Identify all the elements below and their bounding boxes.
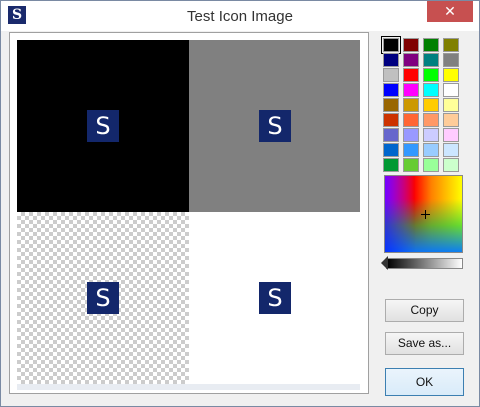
- palette-swatch[interactable]: [403, 113, 419, 127]
- palette-swatch[interactable]: [403, 68, 419, 82]
- palette-swatch[interactable]: [403, 38, 419, 52]
- window-title: Test Icon Image: [187, 8, 293, 25]
- palette-swatch[interactable]: [443, 113, 459, 127]
- preview-on-black: S: [17, 40, 189, 212]
- copy-button[interactable]: Copy: [385, 299, 464, 322]
- palette-swatch[interactable]: [443, 83, 459, 97]
- title-bar[interactable]: S Test Icon Image ✕: [1, 1, 479, 31]
- test-icon-image-dialog: S Test Icon Image ✕ S S S S Copy Save as…: [0, 0, 480, 407]
- palette-swatch[interactable]: [383, 158, 399, 172]
- palette-swatch[interactable]: [443, 68, 459, 82]
- close-icon: ✕: [444, 3, 456, 19]
- palette-swatch[interactable]: [443, 38, 459, 52]
- palette-swatch[interactable]: [403, 143, 419, 157]
- save-as-button[interactable]: Save as...: [385, 332, 464, 355]
- palette-swatch[interactable]: [423, 143, 439, 157]
- sample-icon: S: [259, 110, 291, 142]
- slider-arrow-icon[interactable]: [381, 256, 388, 270]
- palette-swatch[interactable]: [423, 128, 439, 142]
- preview-bottom-strip: [17, 384, 360, 390]
- palette-swatch[interactable]: [383, 83, 399, 97]
- sample-icon: S: [259, 282, 291, 314]
- preview-on-transparent: S: [17, 212, 189, 384]
- palette-swatch[interactable]: [403, 83, 419, 97]
- palette-swatch[interactable]: [381, 36, 401, 54]
- palette-swatch[interactable]: [443, 128, 459, 142]
- palette-swatch[interactable]: [423, 68, 439, 82]
- palette-swatch[interactable]: [383, 113, 399, 127]
- palette-swatch[interactable]: [423, 38, 439, 52]
- palette-swatch[interactable]: [403, 158, 419, 172]
- palette-swatch[interactable]: [403, 128, 419, 142]
- ok-button[interactable]: OK: [385, 368, 464, 396]
- palette-swatch[interactable]: [423, 158, 439, 172]
- palette-swatch[interactable]: [403, 53, 419, 67]
- sample-icon: S: [87, 110, 119, 142]
- palette-swatch[interactable]: [383, 128, 399, 142]
- sample-icon: S: [87, 282, 119, 314]
- color-spectrum-picker[interactable]: [384, 175, 463, 253]
- icon-preview-area: S S S S: [9, 32, 369, 394]
- palette-swatch[interactable]: [443, 158, 459, 172]
- palette-swatch[interactable]: [423, 113, 439, 127]
- crosshair-icon[interactable]: [421, 210, 430, 219]
- palette-swatch[interactable]: [423, 83, 439, 97]
- palette-swatch[interactable]: [443, 143, 459, 157]
- palette-swatch[interactable]: [383, 53, 399, 67]
- palette-swatch[interactable]: [383, 98, 399, 112]
- palette-swatch[interactable]: [423, 53, 439, 67]
- brightness-slider[interactable]: [386, 258, 463, 269]
- palette-swatch[interactable]: [423, 98, 439, 112]
- preview-on-gray: S: [189, 40, 360, 212]
- palette-swatch[interactable]: [443, 98, 459, 112]
- close-button[interactable]: ✕: [427, 1, 473, 22]
- palette-swatch[interactable]: [443, 53, 459, 67]
- palette-swatch[interactable]: [383, 143, 399, 157]
- preview-on-white: S: [189, 212, 360, 384]
- palette-swatch[interactable]: [383, 68, 399, 82]
- palette-swatch[interactable]: [403, 98, 419, 112]
